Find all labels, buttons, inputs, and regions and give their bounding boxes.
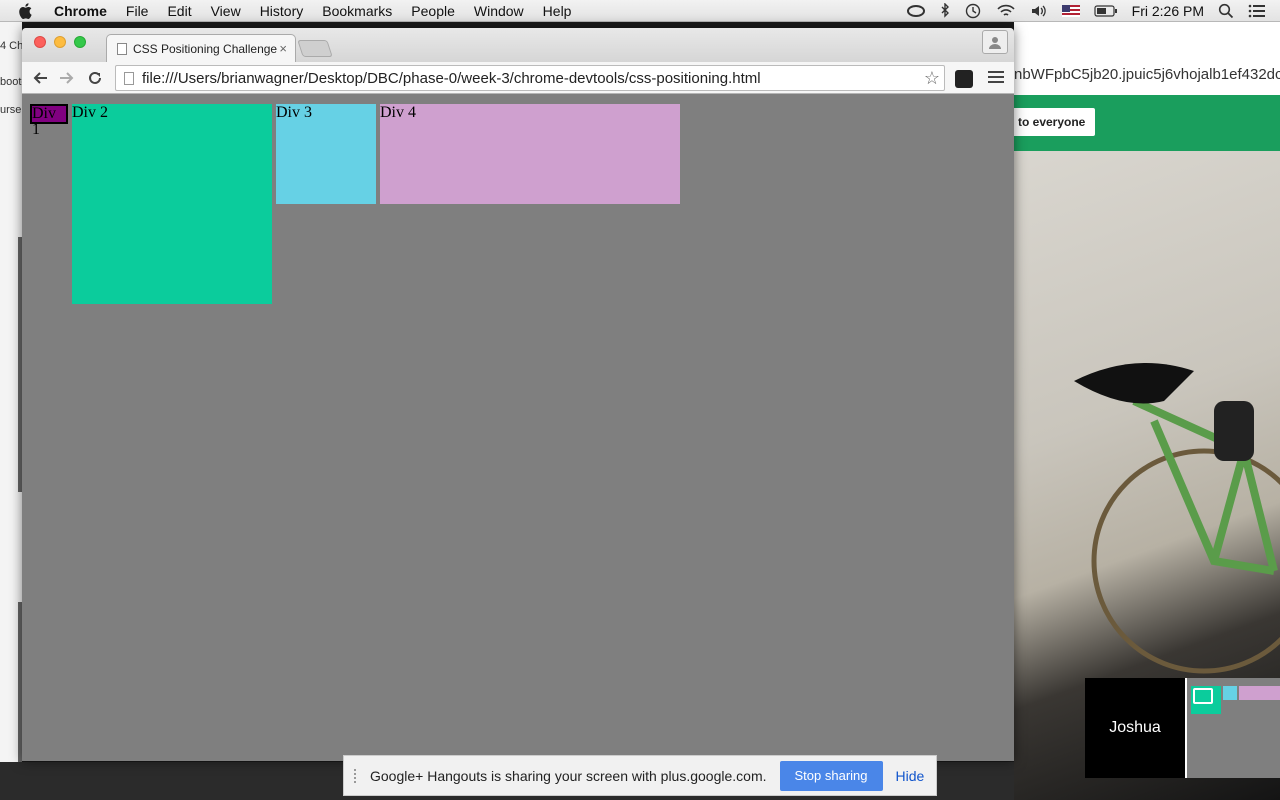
page-icon — [124, 71, 134, 85]
share-to-everyone-button[interactable]: to everyone — [1014, 108, 1096, 136]
menu-view[interactable]: View — [211, 3, 241, 19]
screen-share-icon — [1193, 688, 1213, 704]
background-tab-fragment: 4 Ch — [0, 40, 22, 52]
chrome-menu-icon[interactable] — [988, 69, 1004, 85]
thumbnail-div4 — [1239, 686, 1280, 700]
bluetooth-icon[interactable] — [940, 3, 950, 19]
background-link-fragment: urse — [0, 104, 22, 116]
mac-menubar: Chrome File Edit View History Bookmarks … — [0, 0, 1280, 22]
participant-tile[interactable]: Joshua — [1085, 678, 1185, 778]
tab-strip: CSS Positioning Challenge × — [22, 28, 1014, 62]
minimize-window-button[interactable] — [54, 36, 66, 48]
volume-icon[interactable] — [1030, 4, 1048, 18]
hide-link[interactable]: Hide — [896, 768, 925, 784]
url-text[interactable]: file:///Users/brianwagner/Desktop/DBC/ph… — [142, 70, 761, 87]
div-1-box: Div 1 — [30, 104, 68, 138]
screen-share-thumbnail[interactable] — [1185, 678, 1280, 778]
menu-history[interactable]: History — [260, 3, 304, 19]
menubar-clock[interactable]: Fri 2:26 PM — [1132, 3, 1204, 19]
background-window-left: 4 Ch boote urse — [0, 22, 22, 762]
tab-css-positioning[interactable]: CSS Positioning Challenge × — [106, 34, 296, 62]
stop-sharing-button[interactable]: Stop sharing — [779, 760, 883, 791]
wifi-icon[interactable] — [996, 4, 1016, 18]
browser-toolbar: file:///Users/brianwagner/Desktop/DBC/ph… — [22, 62, 1014, 94]
chrome-window: CSS Positioning Challenge × file:///User… — [22, 28, 1014, 761]
menu-help[interactable]: Help — [543, 3, 572, 19]
tab-close-icon[interactable]: × — [279, 41, 287, 56]
div-2-box: Div 2 — [72, 104, 272, 304]
time-machine-icon[interactable] — [964, 3, 982, 19]
menu-bookmarks[interactable]: Bookmarks — [322, 3, 392, 19]
sharing-message: Google+ Hangouts is sharing your screen … — [370, 767, 767, 784]
thumbnail-div3 — [1223, 686, 1237, 700]
menu-window[interactable]: Window — [474, 3, 524, 19]
background-bookmark-fragment: boote — [0, 76, 22, 88]
bookmark-star-icon[interactable]: ☆ — [924, 68, 940, 89]
reload-button[interactable] — [85, 68, 105, 88]
hangouts-url-fragment: nbWFpbC5jb20.jpuic5j6vhojalb1ef432dct — [1014, 66, 1280, 83]
div-3-box: Div 3 — [276, 104, 376, 204]
menu-edit[interactable]: Edit — [167, 3, 191, 19]
menu-app-name[interactable]: Chrome — [54, 3, 107, 19]
profile-icon[interactable] — [982, 30, 1008, 54]
page-icon — [117, 42, 127, 55]
hangouts-window: nbWFpbC5jb20.jpuic5j6vhojalb1ef432dct to… — [1014, 22, 1280, 800]
close-window-button[interactable] — [34, 36, 46, 48]
menu-people[interactable]: People — [411, 3, 455, 19]
creative-cloud-icon[interactable] — [906, 4, 926, 18]
page-viewport: Div 1 Div 2 Div 3 Div 4 — [22, 95, 1014, 761]
forward-button[interactable] — [57, 68, 77, 88]
spotlight-search-icon[interactable] — [1218, 3, 1234, 19]
notification-center-icon[interactable] — [1248, 4, 1266, 18]
menu-file[interactable]: File — [126, 3, 149, 19]
extension-icon[interactable] — [955, 70, 973, 88]
screen-sharing-bar: Google+ Hangouts is sharing your screen … — [343, 755, 937, 796]
apple-icon[interactable] — [18, 2, 36, 19]
drag-handle-icon[interactable] — [354, 768, 358, 783]
zoom-window-button[interactable] — [74, 36, 86, 48]
div-4-box: Div 4 — [380, 104, 680, 204]
address-bar[interactable]: file:///Users/brianwagner/Desktop/DBC/ph… — [115, 65, 945, 91]
tab-title: CSS Positioning Challenge — [133, 41, 278, 56]
new-tab-button[interactable] — [297, 40, 333, 57]
back-button[interactable] — [30, 68, 50, 88]
input-flag-icon[interactable] — [1061, 5, 1080, 17]
battery-icon[interactable] — [1094, 5, 1118, 17]
